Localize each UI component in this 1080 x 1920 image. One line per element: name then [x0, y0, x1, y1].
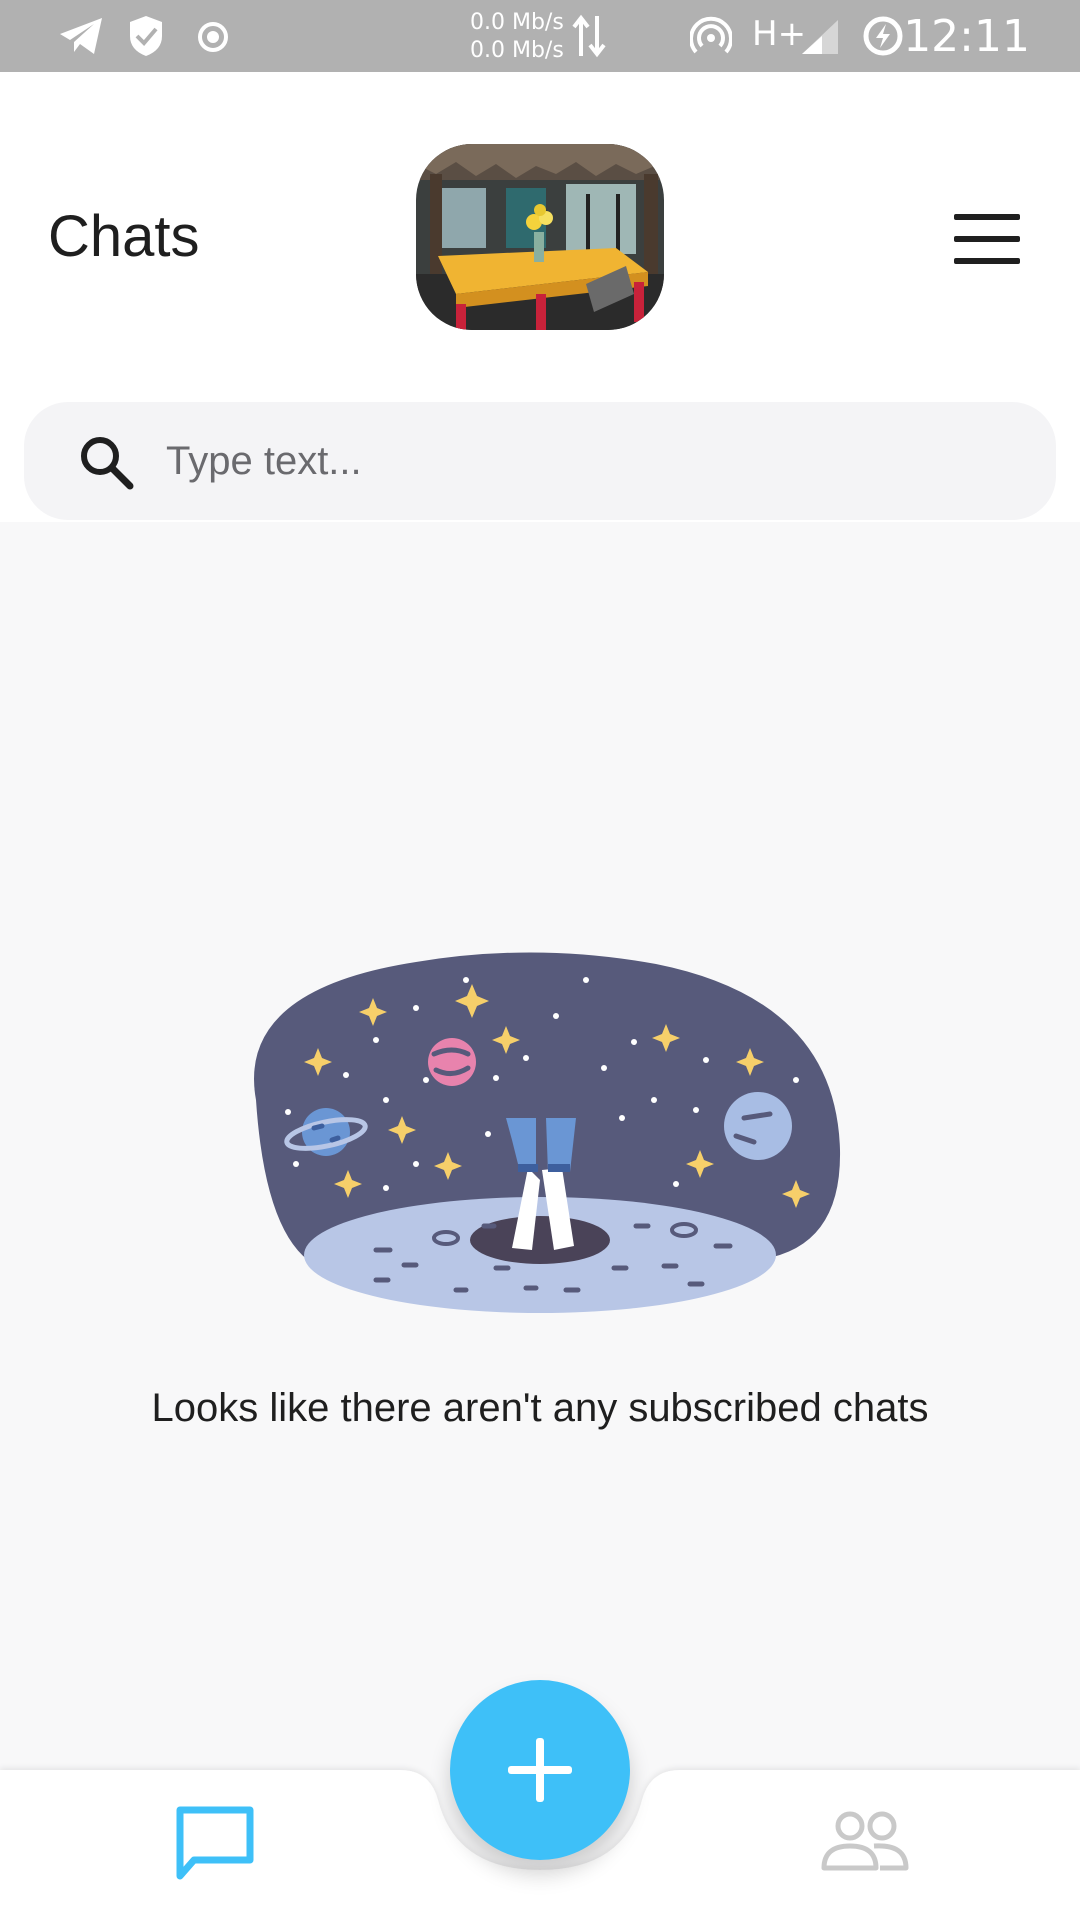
page-title: Chats [48, 204, 200, 269]
contacts-icon [821, 1811, 909, 1871]
status-bar: 0.0 Mb/s 0.0 Mb/s H+ 12:11 [0, 0, 1080, 72]
empty-state-message: Looks like there aren't any subscribed c… [151, 1386, 929, 1430]
shield-check-icon [130, 16, 162, 56]
chat-bubble-icon [176, 1806, 254, 1880]
net-up-speed: 0.0 Mb/s [470, 10, 564, 35]
search-icon [81, 437, 134, 490]
nav-contacts-tab[interactable] [820, 1808, 910, 1872]
menu-button[interactable] [950, 212, 1022, 272]
hamburger-menu-icon [954, 214, 1020, 220]
battery-charging-icon [863, 16, 903, 56]
telegram-icon [60, 18, 102, 54]
nav-chats-tab[interactable] [172, 1800, 258, 1886]
network-speed: 0.0 Mb/s 0.0 Mb/s [470, 9, 564, 65]
plus-icon-vertical [536, 1738, 544, 1802]
venue-logo-image[interactable] [416, 144, 664, 330]
hotspot-icon [690, 16, 732, 54]
record-icon [198, 22, 228, 52]
hamburger-menu-icon-line [954, 258, 1020, 264]
network-type: H+ [752, 14, 807, 54]
signal-icon [802, 20, 838, 54]
new-chat-fab-button[interactable] [450, 1680, 630, 1860]
net-down-speed: 0.0 Mb/s [470, 38, 564, 63]
search-bar[interactable] [24, 402, 1056, 520]
hamburger-menu-icon-line [954, 236, 1020, 242]
clock: 12:11 [903, 11, 1030, 62]
search-input[interactable] [164, 428, 1008, 494]
astronaut-in-space-illustration [254, 952, 841, 1313]
data-transfer-icon [572, 14, 606, 58]
